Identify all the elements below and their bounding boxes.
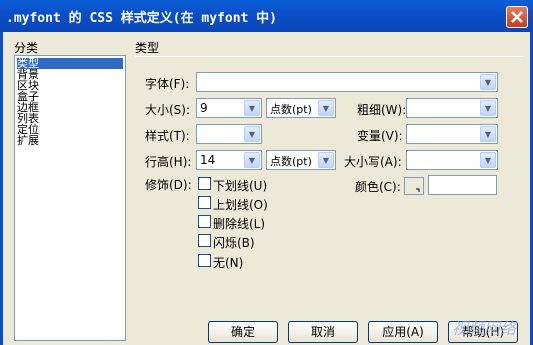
size-unit-select[interactable]: 点数(pt) ▼ <box>266 98 336 118</box>
chevron-down-icon: ▼ <box>480 126 496 142</box>
blink-label: 闪烁(B) <box>213 236 255 250</box>
chevron-down-icon: ▼ <box>244 100 260 116</box>
underline-label: 下划线(U) <box>213 179 268 193</box>
color-picker-button[interactable] <box>404 177 424 195</box>
style-label: 样式(T): <box>145 129 190 143</box>
chevron-down-icon: ▼ <box>480 100 496 116</box>
font-label: 字体(F): <box>145 77 190 91</box>
line-height-unit-value: 点数(pt) <box>270 155 312 168</box>
line-height-unit-select[interactable]: 点数(pt) ▼ <box>266 150 336 170</box>
color-picker-icon <box>416 188 420 192</box>
decoration-label: 修饰(D): <box>145 178 192 192</box>
case-select[interactable]: ▼ <box>406 150 498 170</box>
chevron-down-icon: ▼ <box>480 74 496 90</box>
size-unit-value: 点数(pt) <box>270 103 312 116</box>
none-label: 无(N) <box>213 256 244 270</box>
size-value: 9 <box>200 101 208 115</box>
none-checkbox[interactable] <box>198 254 211 267</box>
category-heading: 分类 <box>14 41 39 55</box>
chevron-down-icon: ▼ <box>244 152 260 168</box>
category-item-extensions[interactable]: 扩展 <box>17 135 39 146</box>
line-height-select[interactable]: 14 ▼ <box>196 150 262 170</box>
line-height-label: 行高(H): <box>145 155 192 169</box>
apply-button[interactable]: 应用(A) <box>368 321 438 343</box>
variant-select[interactable]: ▼ <box>406 124 498 144</box>
line-through-checkbox[interactable] <box>198 215 211 228</box>
style-select[interactable]: ▼ <box>196 124 262 144</box>
close-button[interactable] <box>506 6 528 28</box>
overline-checkbox[interactable] <box>198 196 211 209</box>
case-label: 大小写(A): <box>344 155 402 169</box>
line-height-value: 14 <box>200 153 216 167</box>
window-frame-left <box>0 32 3 345</box>
weight-select[interactable]: ▼ <box>406 98 498 118</box>
font-select[interactable]: ▼ <box>196 72 498 92</box>
chevron-down-icon: ▼ <box>244 126 260 142</box>
underline-checkbox[interactable] <box>198 177 211 190</box>
size-label: 大小(S): <box>145 103 191 117</box>
ok-button[interactable]: 确定 <box>208 321 278 343</box>
watermark: 视频网络 <box>452 319 517 338</box>
chevron-down-icon: ▼ <box>318 152 334 168</box>
chevron-down-icon: ▼ <box>318 100 334 116</box>
size-select[interactable]: 9 ▼ <box>196 98 262 118</box>
line-through-label: 删除线(L) <box>213 217 266 231</box>
color-label: 颜色(C): <box>355 180 401 194</box>
overline-label: 上划线(O) <box>213 198 268 212</box>
panel-heading: 类型 <box>135 41 160 55</box>
blink-checkbox[interactable] <box>198 234 211 247</box>
variant-label: 变量(V): <box>357 129 403 143</box>
window-title: .myfont 的 CSS 样式定义(在 myfont 中) <box>6 11 278 26</box>
weight-label: 粗细(W): <box>357 103 407 117</box>
category-list[interactable]: 类型 背景 区块 盒子 边框 列表 定位 扩展 <box>14 55 126 341</box>
color-field[interactable] <box>428 175 497 195</box>
chevron-down-icon: ▼ <box>480 152 496 168</box>
close-icon <box>511 11 523 23</box>
cancel-button[interactable]: 取消 <box>288 321 358 343</box>
panel-divider <box>135 56 523 57</box>
